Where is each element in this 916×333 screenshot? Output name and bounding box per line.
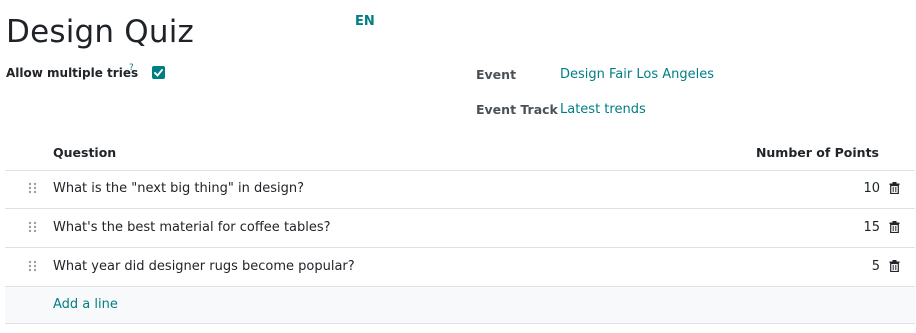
drag-handle-icon[interactable] (28, 260, 37, 272)
question-text[interactable]: What's the best material for coffee tabl… (53, 220, 331, 235)
allow-multiple-tries-checkbox[interactable] (152, 66, 165, 79)
help-tooltip-icon[interactable]: ? (129, 63, 134, 73)
event-label: Event (476, 67, 517, 82)
event-field[interactable]: Design Fair Los Angeles (560, 67, 714, 82)
drag-handle-icon[interactable] (28, 221, 37, 233)
question-text[interactable]: What year did designer rugs become popul… (53, 259, 355, 274)
table-row[interactable]: What year did designer rugs become popul… (5, 248, 915, 287)
trash-icon[interactable] (889, 221, 900, 233)
table-row[interactable]: What's the best material for coffee tabl… (5, 209, 915, 248)
question-text[interactable]: What is the "next big thing" in design? (53, 181, 304, 196)
page-title: Design Quiz (6, 14, 195, 50)
question-column-header[interactable]: Question (53, 145, 116, 160)
trash-icon[interactable] (889, 260, 900, 272)
trash-icon[interactable] (889, 182, 900, 194)
event-track-field[interactable]: Latest trends (560, 102, 646, 117)
table-row[interactable]: What is the "next big thing" in design? … (5, 170, 915, 209)
event-track-label: Event Track (476, 102, 558, 117)
questions-table-header: Question Number of Points (5, 140, 915, 171)
points-column-header[interactable]: Number of Points (756, 145, 879, 160)
check-icon (154, 68, 163, 77)
language-badge[interactable]: EN (355, 14, 375, 29)
points-value[interactable]: 5 (872, 259, 880, 274)
add-line-row: Add a line (5, 287, 915, 324)
add-line-link[interactable]: Add a line (53, 297, 118, 312)
points-value[interactable]: 10 (863, 181, 880, 196)
points-value[interactable]: 15 (863, 220, 880, 235)
allow-multiple-tries-label: Allow multiple tries (6, 66, 139, 80)
drag-handle-icon[interactable] (28, 182, 37, 194)
